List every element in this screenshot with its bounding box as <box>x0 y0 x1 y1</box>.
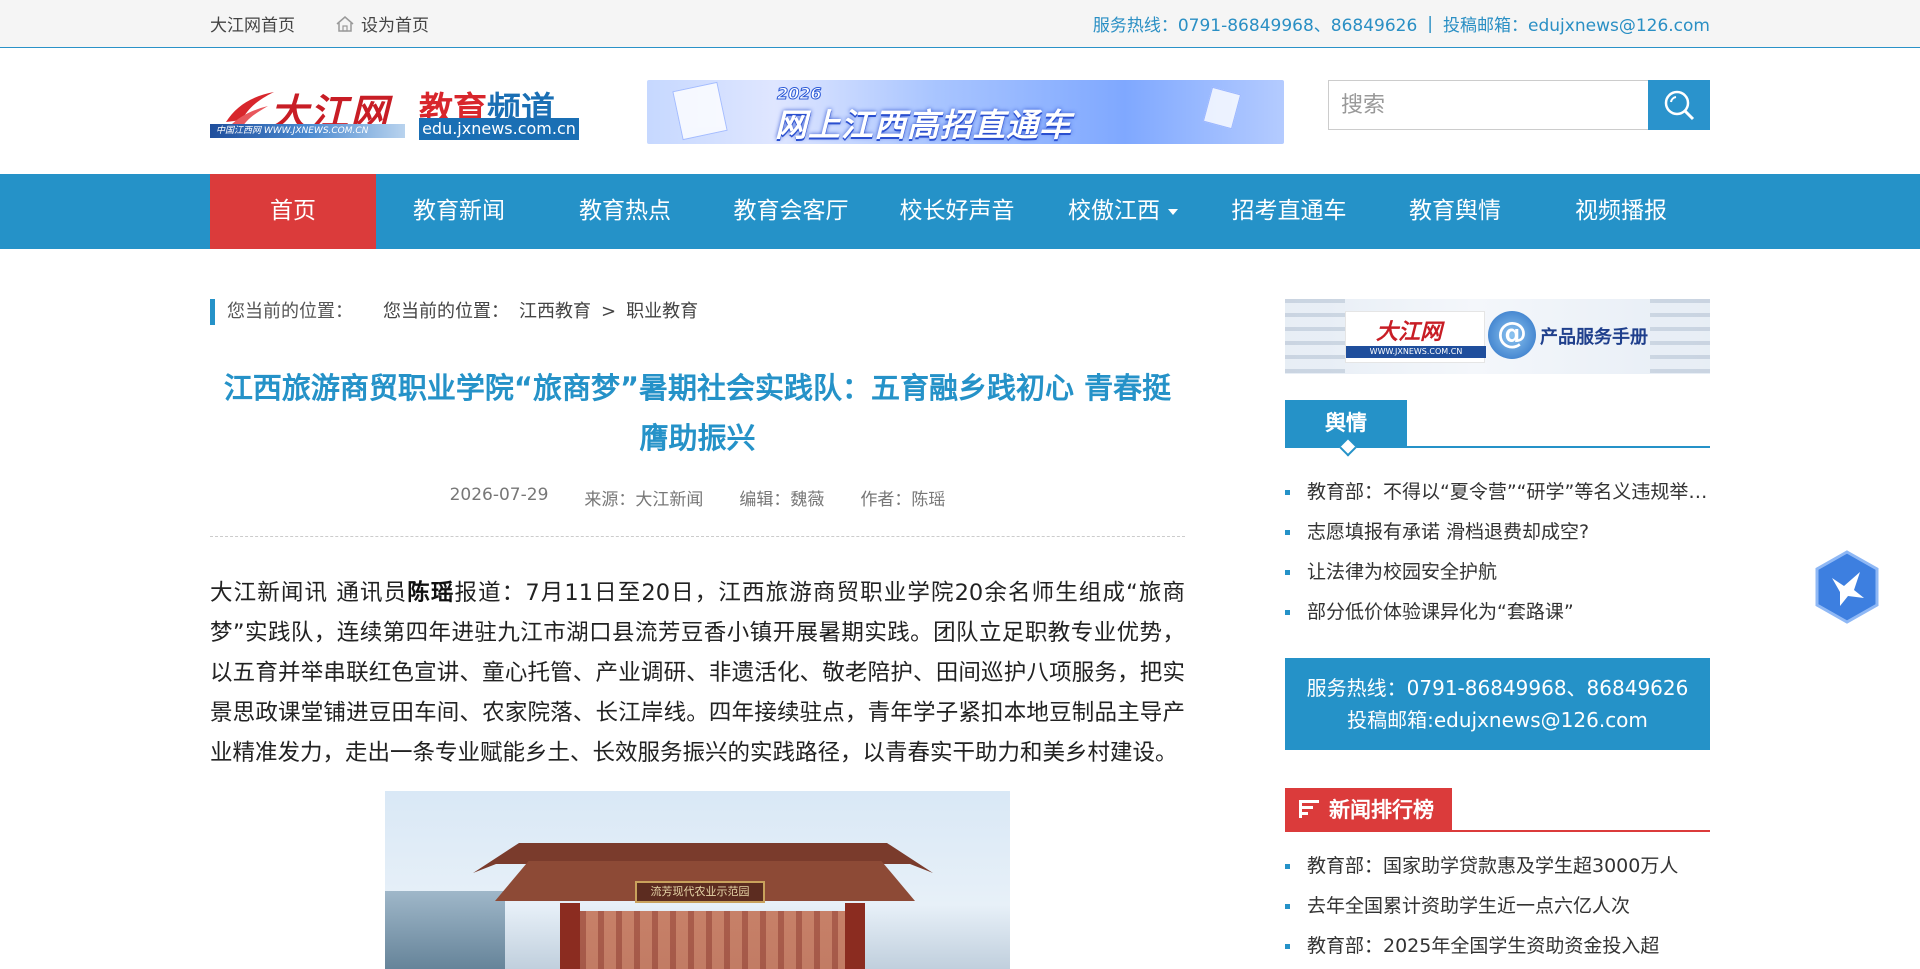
nav-edu-news[interactable]: 教育新闻 <box>376 174 542 249</box>
search-icon <box>1664 90 1695 121</box>
ad-label: 产品服务手册 <box>1540 327 1648 348</box>
dajiang-logo: 大江网 中国江西网 WWW.JXNEWS.COM.CN <box>210 78 405 144</box>
opinion-section-title: 舆情 <box>1285 400 1407 446</box>
ad-logo-url: WWW.JXNEWS.COM.CN <box>1346 346 1486 358</box>
product-manual-ad[interactable]: 大江网 WWW.JXNEWS.COM.CN @ 产品服务手册 <box>1285 299 1710 374</box>
email-text: 投稿邮箱：edujxnews@126.com <box>1443 16 1710 36</box>
ad-logo-box: 大江网 WWW.JXNEWS.COM.CN <box>1345 311 1486 363</box>
breadcrumb-separator: > <box>601 301 617 322</box>
nav-video[interactable]: 视频播报 <box>1538 174 1704 249</box>
article-lead: 大江新闻讯 通讯员 <box>210 580 408 606</box>
article-paragraph: 大江新闻讯 通讯员陈瑶报道：7月11日至20日，江西旅游商贸职业学院20余名师生… <box>210 573 1185 773</box>
sidebar: 大江网 WWW.JXNEWS.COM.CN @ 产品服务手册 舆情 教育部：不得… <box>1285 299 1710 969</box>
service-box: 服务热线：0791-86849968、86849626 投稿邮箱:edujxne… <box>1285 658 1710 750</box>
home-icon <box>336 15 354 32</box>
nav-principal-voice[interactable]: 校长好声音 <box>874 174 1040 249</box>
photo-pergola <box>580 911 845 969</box>
photo-gate-post <box>845 903 865 969</box>
article-photo: 流芳现代农业示范园 <box>385 791 1010 969</box>
topbar-separator: | <box>1427 13 1434 34</box>
service-hotline: 服务热线：0791-86849968、86849626 <box>1306 676 1689 700</box>
top-bar: 大江网首页 设为首页 服务热线：0791-86849968、86849626 |… <box>0 0 1920 48</box>
at-sign-icon: @ <box>1488 311 1536 359</box>
search-box <box>1328 80 1710 130</box>
floating-assistant-button[interactable] <box>1814 550 1880 624</box>
main-content: 您当前的位置： 您当前的位置： 江西教育 > 职业教育 江西旅游商贸职业学院“旅… <box>210 299 1710 969</box>
rank-section-title: 新闻排行榜 <box>1329 798 1434 822</box>
edu-logo-url: edu.jxnews.com.cn <box>419 118 579 140</box>
list-item[interactable]: 让法律为校园安全护航 <box>1285 552 1710 592</box>
photo-gate-post <box>560 903 580 969</box>
list-item[interactable]: 教育部：2025年全国学生资助资金投入超 <box>1285 926 1710 966</box>
nav-edu-hot[interactable]: 教育热点 <box>542 174 708 249</box>
list-item[interactable]: 教育部：国家助学贷款惠及学生超3000万人 <box>1285 846 1710 886</box>
banner-title: 网上江西高招直通车 <box>775 106 1073 144</box>
rank-list: 教育部：国家助学贷款惠及学生超3000万人 去年全国累计资助学生近一点六亿人次 … <box>1285 846 1710 966</box>
edu-channel-logo: 教育频道 edu.jxnews.com.cn <box>419 78 579 144</box>
breadcrumb-label-2: 您当前的位置： <box>383 301 509 322</box>
nav-edu-lounge[interactable]: 教育会客厅 <box>708 174 874 249</box>
article-editor: 编辑：魏薇 <box>739 490 825 510</box>
article-date: 2026-07-29 <box>449 485 549 505</box>
search-input[interactable] <box>1328 80 1648 130</box>
rank-section-tag: 新闻排行榜 <box>1285 788 1452 830</box>
search-button[interactable] <box>1648 80 1710 130</box>
breadcrumb-label: 您当前的位置： <box>227 301 353 322</box>
gaokao-banner[interactable]: 2026 网上江西高招直通车 <box>647 80 1284 144</box>
hotline-text: 服务热线：0791-86849968、86849626 <box>1092 16 1418 36</box>
list-item[interactable]: 志愿填报有承诺 滑档退费却成空? <box>1285 512 1710 552</box>
nav-home[interactable]: 首页 <box>210 174 376 249</box>
article-text: 报道：7月11日至20日，江西旅游商贸职业学院20余名师生组成“旅商梦”实践队，… <box>210 580 1185 766</box>
nav-xiaoao-jiangxi[interactable]: 校傲江西 <box>1040 174 1206 249</box>
home-link[interactable]: 大江网首页 <box>210 11 295 36</box>
opinion-section-header: 舆情 <box>1285 400 1710 457</box>
article-author: 作者：陈瑶 <box>860 490 946 510</box>
nav-exam-express[interactable]: 招考直通车 <box>1206 174 1372 249</box>
site-logo[interactable]: 大江网 中国江西网 WWW.JXNEWS.COM.CN 教育频道 edu.jxn… <box>210 78 585 144</box>
banner-paper-decoration <box>672 81 728 141</box>
article-meta: 2026-07-29 来源：大江新闻 编辑：魏薇 作者：陈瑶 <box>210 485 1185 537</box>
breadcrumb-link-vocational[interactable]: 职业教育 <box>626 299 698 325</box>
opinion-list: 教育部：不得以“夏令营”“研学”等名义违规举办学科类培训 志愿填报有承诺 滑档退… <box>1285 472 1710 632</box>
ad-logo-text: 大江网 <box>1376 319 1443 345</box>
reporter-name: 陈瑶 <box>407 580 455 606</box>
set-home-link[interactable]: 设为首页 <box>335 11 429 36</box>
header: 大江网 中国江西网 WWW.JXNEWS.COM.CN 教育频道 edu.jxn… <box>210 48 1710 174</box>
rank-section-header: 新闻排行榜 <box>1285 788 1710 832</box>
set-home-label: 设为首页 <box>361 16 429 36</box>
ad-shelf-decoration <box>1650 299 1710 374</box>
chevron-down-icon <box>1168 208 1178 215</box>
article: 您当前的位置： 您当前的位置： 江西教育 > 职业教育 江西旅游商贸职业学院“旅… <box>210 299 1185 969</box>
list-item[interactable]: 去年全国累计资助学生近一点六亿人次 <box>1285 886 1710 926</box>
photo-gate-sign: 流芳现代农业示范园 <box>635 881 765 903</box>
main-nav: 首页 教育新闻 教育热点 教育会客厅 校长好声音 校傲江西 招考直通车 教育舆情… <box>0 174 1920 249</box>
ad-shelf-decoration <box>1285 299 1345 374</box>
breadcrumb-link-jiangxi-edu[interactable]: 江西教育 <box>519 299 591 325</box>
list-item[interactable]: 部分低价体验课异化为“套路课” <box>1285 592 1710 632</box>
article-source: 来源：大江新闻 <box>584 490 704 510</box>
list-item[interactable]: 教育部：不得以“夏令营”“研学”等名义违规举办学科类培训 <box>1285 472 1710 512</box>
photo-greenhouse <box>385 891 505 969</box>
banner-paper-decoration <box>1202 86 1242 130</box>
dajiang-logo-url: 中国江西网 WWW.JXNEWS.COM.CN <box>210 124 405 138</box>
nav-xiaoao-label: 校傲江西 <box>1068 198 1160 224</box>
breadcrumb: 您当前的位置： 您当前的位置： 江西教育 > 职业教育 <box>210 299 1185 325</box>
ranking-icon <box>1299 800 1319 818</box>
service-email: 投稿邮箱:edujxnews@126.com <box>1347 708 1648 732</box>
bird-icon <box>1815 550 1879 624</box>
nav-edu-opinion[interactable]: 教育舆情 <box>1372 174 1538 249</box>
article-title: 江西旅游商贸职业学院“旅商梦”暑期社会实践队：五育融乡践初心 青春挺膺助振兴 <box>223 371 1172 455</box>
